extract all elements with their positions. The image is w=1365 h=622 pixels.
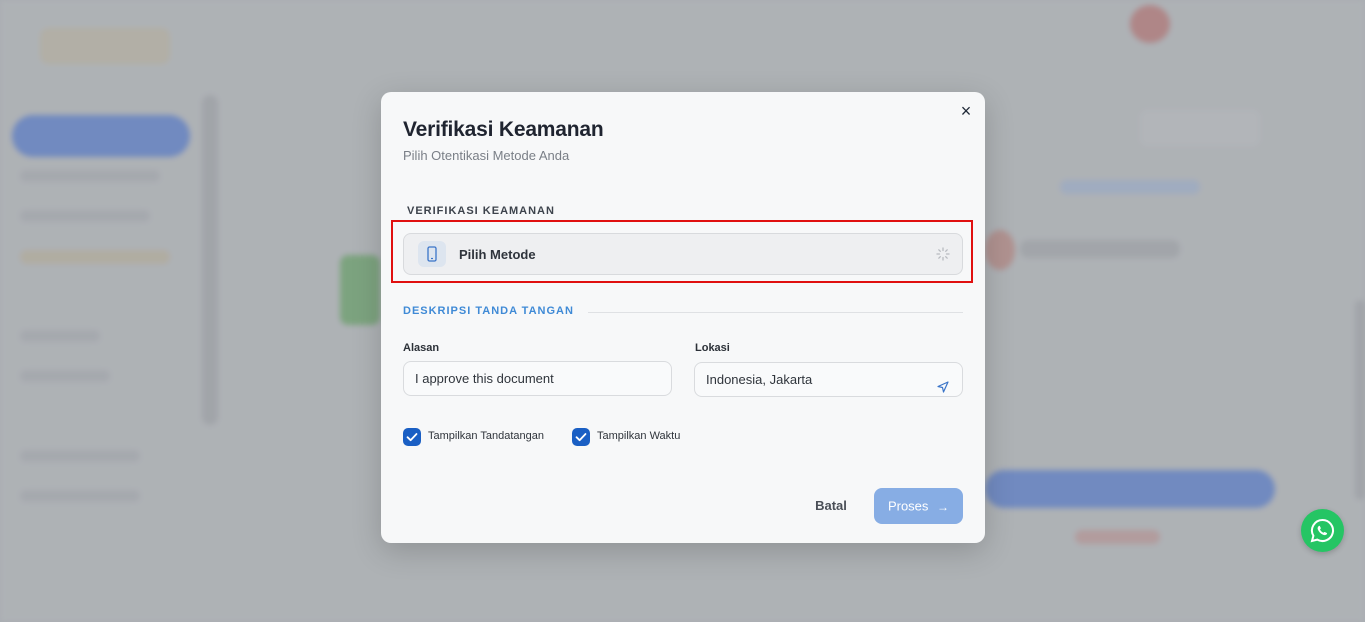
- proceed-button[interactable]: Proses →: [874, 488, 963, 524]
- location-label: Lokasi: [695, 342, 730, 354]
- show-time-label: Tampilkan Waktu: [597, 430, 681, 442]
- reason-label: Alasan: [403, 342, 440, 354]
- location-input[interactable]: Indonesia, Jakarta: [694, 362, 963, 397]
- description-section-label: DESKRIPSI TANDA TANGAN: [403, 305, 588, 317]
- reason-input[interactable]: I approve this document: [403, 361, 672, 396]
- checkbox-checked-icon[interactable]: [403, 428, 421, 446]
- close-icon: ×: [960, 101, 972, 121]
- cancel-button[interactable]: Batal: [801, 488, 861, 524]
- security-verification-modal: × Verifikasi Keamanan Pilih Otentikasi M…: [381, 92, 985, 543]
- checkbox-checked-icon[interactable]: [572, 428, 590, 446]
- section-divider: [581, 312, 963, 313]
- method-select[interactable]: Pilih Metode: [403, 233, 963, 275]
- close-button[interactable]: ×: [957, 102, 975, 120]
- method-select-label: Pilih Metode: [459, 247, 536, 262]
- whatsapp-icon: [1310, 518, 1334, 543]
- whatsapp-button[interactable]: [1301, 509, 1344, 552]
- show-signature-label: Tampilkan Tandatangan: [428, 430, 544, 442]
- show-time-checkbox[interactable]: Tampilkan Waktu: [572, 427, 702, 447]
- smartphone-icon: [418, 241, 446, 267]
- location-value: Indonesia, Jakarta: [706, 372, 813, 387]
- loading-spinner-icon: [936, 247, 950, 261]
- proceed-label: Proses: [887, 498, 929, 514]
- show-signature-checkbox[interactable]: Tampilkan Tandatangan: [403, 427, 563, 447]
- modal-subtitle: Pilih Otentikasi Metode Anda: [403, 148, 570, 163]
- modal-title: Verifikasi Keamanan: [403, 118, 604, 141]
- security-section-label: VERIFIKASI KEAMANAN: [407, 205, 555, 217]
- navigation-arrow-icon[interactable]: [936, 373, 950, 393]
- arrow-right-icon: →: [937, 499, 950, 514]
